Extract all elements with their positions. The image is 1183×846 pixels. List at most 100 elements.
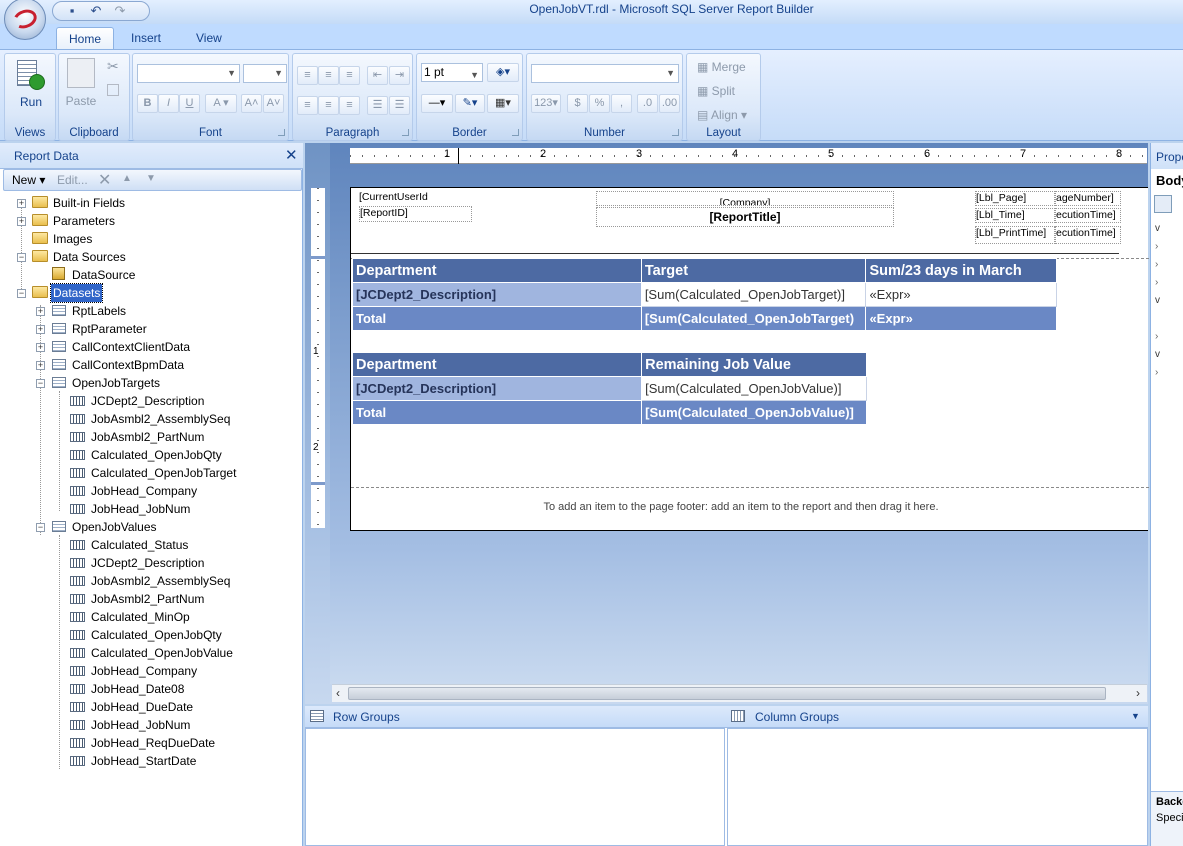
tree-callcontextbpmdata[interactable]: CallContextBpmData: [72, 356, 184, 374]
tree-field[interactable]: Calculated_Status: [91, 536, 188, 554]
chevron-right-icon[interactable]: ›: [1155, 277, 1158, 288]
categorized-icon[interactable]: [1154, 195, 1172, 213]
increase-decimal-button[interactable]: .0: [637, 94, 658, 113]
decrease-indent-button[interactable]: ⇤: [367, 66, 388, 85]
tree-openjobtargets[interactable]: OpenJobTargets: [72, 374, 160, 392]
header-cell[interactable]: Target: [640, 258, 867, 283]
edit-button[interactable]: Edit...: [57, 173, 88, 187]
tree-field[interactable]: JobAsmbl2_PartNum: [91, 590, 204, 608]
chevron-down-icon[interactable]: v: [1155, 295, 1160, 306]
scroll-right-icon[interactable]: ›: [1136, 686, 1140, 700]
tree-data-sources[interactable]: Data Sources: [53, 248, 126, 266]
underline-button[interactable]: U: [179, 94, 200, 113]
data-cell[interactable]: [Sum(Calculated_OpenJobValue)]: [641, 376, 867, 401]
header-cell[interactable]: Sum/23 days in March: [865, 258, 1057, 283]
application-button[interactable]: [4, 0, 46, 40]
execution-time-textbox[interactable]: ecutionTime]: [1055, 208, 1121, 223]
chevron-down-icon[interactable]: ▼: [1131, 711, 1140, 721]
delete-icon[interactable]: ✕: [98, 170, 111, 190]
border-style-icon[interactable]: —▾: [421, 94, 453, 113]
collapse-icon[interactable]: −: [36, 379, 45, 388]
expand-icon[interactable]: +: [17, 199, 26, 208]
align-button[interactable]: ▤ Align ▾: [697, 108, 747, 122]
percent-button[interactable]: %: [589, 94, 610, 113]
total-cell[interactable]: «Expr»: [865, 306, 1057, 331]
chevron-down-icon[interactable]: v: [1155, 349, 1160, 360]
company-textbox[interactable]: [Company]: [596, 191, 894, 206]
chevron-right-icon[interactable]: ›: [1155, 331, 1158, 342]
copy-icon[interactable]: [107, 84, 119, 96]
font-size-select[interactable]: ▼: [243, 64, 287, 83]
align-left-button[interactable]: ≡: [297, 96, 318, 115]
tree-field[interactable]: JobAsmbl2_AssemblySeq: [91, 410, 230, 428]
tree-field[interactable]: JobAsmbl2_PartNum: [91, 428, 204, 446]
paragraph-dialog-launcher-icon[interactable]: [402, 129, 409, 136]
bold-button[interactable]: B: [137, 94, 158, 113]
align-center-button[interactable]: ≡: [318, 96, 339, 115]
run-button[interactable]: Run: [5, 95, 57, 109]
report-title-textbox[interactable]: [ReportTitle]: [596, 207, 894, 227]
scrollbar-thumb[interactable]: [348, 687, 1106, 700]
tree-field[interactable]: JCDept2_Description: [91, 554, 204, 572]
collapse-icon[interactable]: −: [36, 523, 45, 532]
header-cell[interactable]: Department: [351, 352, 643, 377]
tree-field[interactable]: JobHead_JobNum: [91, 716, 190, 734]
design-surface[interactable]: 1 2 3 4 5 6 7 8 1 2 [CurrentUserId [Repo…: [305, 143, 1149, 704]
comma-button[interactable]: ,: [611, 94, 632, 113]
border-width-select[interactable]: 1 pt ▼: [421, 63, 483, 82]
tree-images[interactable]: Images: [53, 230, 92, 248]
tab-view[interactable]: View: [184, 27, 234, 50]
expand-icon[interactable]: +: [36, 361, 45, 370]
total-cell[interactable]: [Sum(Calculated_OpenJobValue)]: [641, 400, 867, 425]
expand-icon[interactable]: +: [36, 343, 45, 352]
borders-icon[interactable]: ▦▾: [487, 94, 519, 113]
align-right-button[interactable]: ≡: [339, 96, 360, 115]
column-groups-area[interactable]: [727, 728, 1148, 846]
header-cell[interactable]: Department: [352, 258, 642, 283]
data-cell[interactable]: «Expr»: [865, 282, 1057, 307]
lbl-time-textbox[interactable]: [Lbl_Time]: [975, 208, 1055, 223]
font-dialog-launcher-icon[interactable]: [278, 129, 285, 136]
border-dialog-launcher-icon[interactable]: [512, 129, 519, 136]
paste-icon[interactable]: [67, 58, 95, 88]
cut-icon[interactable]: ✂: [107, 58, 119, 75]
report-canvas[interactable]: [CurrentUserId [ReportID] [Company] [Rep…: [350, 187, 1149, 531]
tree-builtin-fields[interactable]: Built-in Fields: [53, 194, 125, 212]
tree-field[interactable]: JobAsmbl2_AssemblySeq: [91, 572, 230, 590]
expand-icon[interactable]: +: [17, 217, 26, 226]
run-icon[interactable]: [15, 58, 45, 92]
collapse-icon[interactable]: −: [17, 253, 26, 262]
page-number-textbox[interactable]: ageNumber]: [1055, 191, 1121, 206]
tree-field[interactable]: Calculated_OpenJobValue: [91, 644, 233, 662]
chevron-right-icon[interactable]: ›: [1155, 241, 1158, 252]
tree-callcontextclientdata[interactable]: CallContextClientData: [72, 338, 190, 356]
total-cell[interactable]: [Sum(Calculated_OpenJobTarget): [640, 306, 867, 331]
lbl-page-textbox[interactable]: [Lbl_Page]: [975, 191, 1055, 206]
align-middle-button[interactable]: ≡: [318, 66, 339, 85]
tree-field[interactable]: Calculated_OpenJobTarget: [91, 464, 236, 482]
chevron-down-icon[interactable]: v: [1155, 223, 1160, 234]
tree-field[interactable]: JobHead_DueDate: [91, 698, 193, 716]
tree-rptlabels[interactable]: RptLabels: [72, 302, 126, 320]
data-cell[interactable]: [Sum(Calculated_OpenJobTarget)]: [640, 282, 867, 307]
tree-field[interactable]: JobHead_Company: [91, 662, 197, 680]
align-top-button[interactable]: ≡: [297, 66, 318, 85]
close-icon[interactable]: ✕: [285, 146, 298, 164]
current-user-textbox[interactable]: [CurrentUserId: [359, 191, 439, 205]
border-color-icon[interactable]: ✎▾: [455, 94, 485, 113]
move-up-icon[interactable]: ▲: [122, 173, 132, 184]
tab-home[interactable]: Home: [56, 27, 115, 50]
tree-field[interactable]: JobHead_StartDate: [91, 752, 196, 770]
new-button[interactable]: New ▾: [12, 173, 45, 187]
expand-icon[interactable]: +: [36, 307, 45, 316]
placeholder-styles-icon[interactable]: 123▾: [531, 94, 561, 113]
font-color-button[interactable]: A ▾: [205, 94, 237, 113]
numbering-button[interactable]: ☰: [389, 96, 410, 115]
tree-field[interactable]: JobHead_ReqDueDate: [91, 734, 215, 752]
tree-field[interactable]: Calculated_MinOp: [91, 608, 190, 626]
align-bottom-button[interactable]: ≡: [339, 66, 360, 85]
merge-button[interactable]: ▦ Merge: [697, 60, 746, 74]
tree-field[interactable]: JobHead_JobNum: [91, 500, 190, 518]
tree-datasource[interactable]: DataSource: [72, 266, 135, 284]
grow-font-button[interactable]: A˄: [241, 94, 262, 113]
